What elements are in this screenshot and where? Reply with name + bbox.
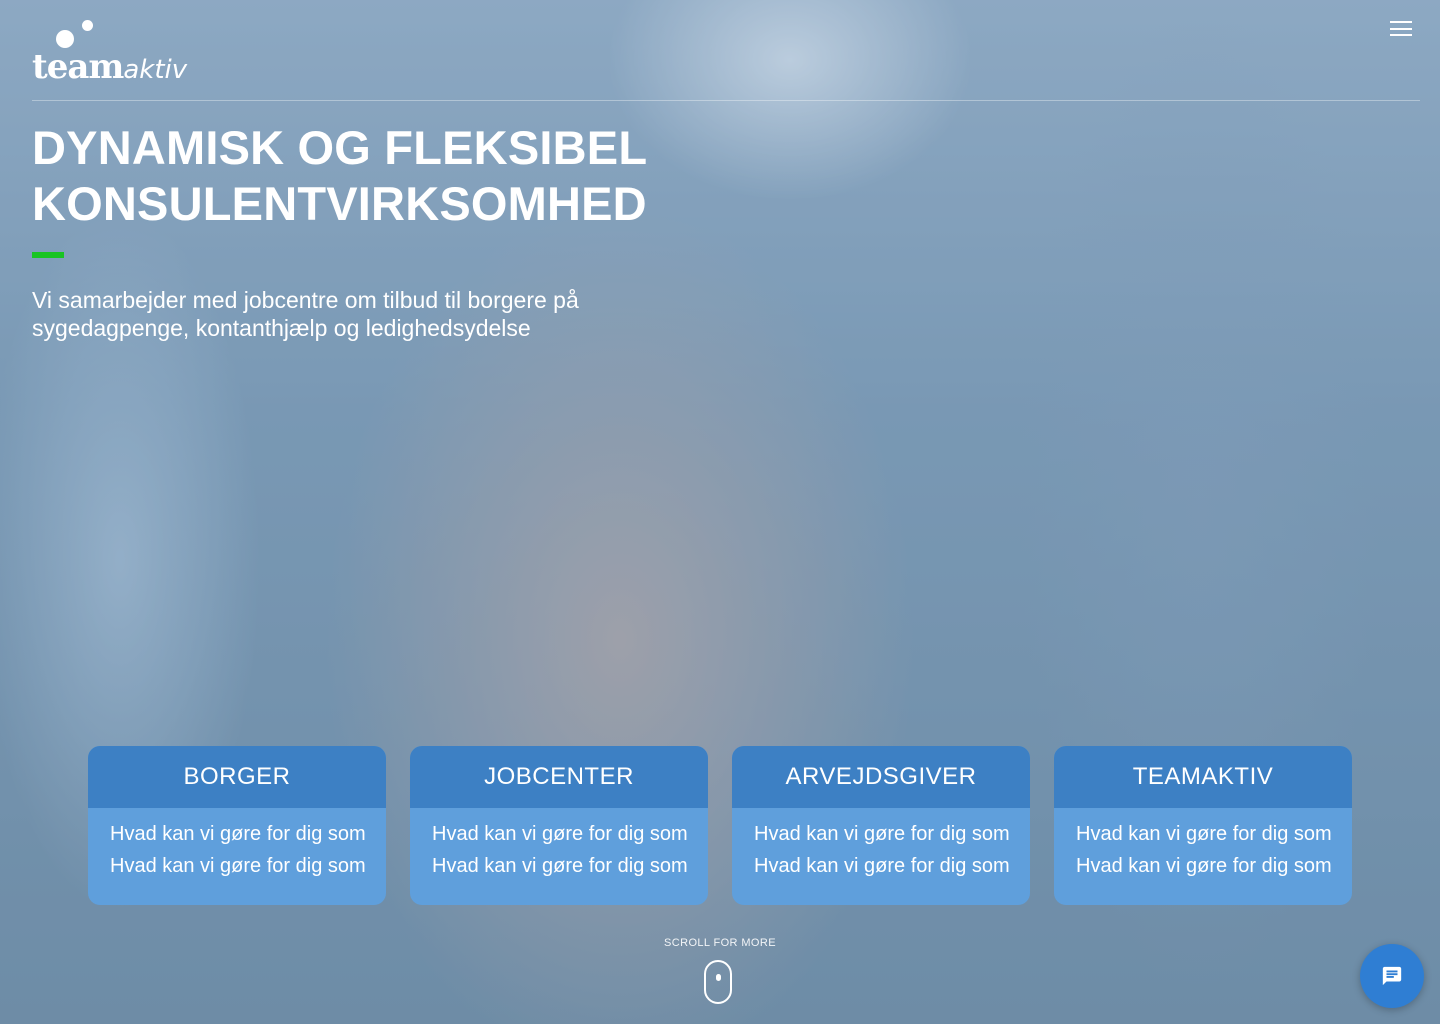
audience-cards: BORGER Hvad kan vi gøre for dig som Hvad… — [88, 746, 1352, 905]
hero-section: DYNAMISK OG FLEKSIBEL KONSULENTVIRKSOMHE… — [32, 120, 732, 342]
title-accent-bar — [32, 252, 64, 258]
card-borger[interactable]: BORGER Hvad kan vi gøre for dig som Hvad… — [88, 746, 386, 905]
card-title: ARVEJDSGIVER — [732, 746, 1030, 808]
card-arvejdsgiver[interactable]: ARVEJDSGIVER Hvad kan vi gøre for dig so… — [732, 746, 1030, 905]
card-title: BORGER — [88, 746, 386, 808]
hero-subtitle: Vi samarbejder med jobcentre om tilbud t… — [32, 287, 579, 341]
card-title: TEAMAKTIV — [1054, 746, 1352, 808]
card-title: JOBCENTER — [410, 746, 708, 808]
card-jobcenter[interactable]: JOBCENTER Hvad kan vi gøre for dig som H… — [410, 746, 708, 905]
logo-text-bold: team — [32, 47, 124, 87]
card-link[interactable]: Hvad kan vi gøre for dig som — [754, 850, 1010, 882]
logo-dot-small — [82, 20, 93, 31]
card-link[interactable]: Hvad kan vi gøre for dig som — [1076, 850, 1332, 882]
chat-icon — [1382, 966, 1402, 986]
logo-text-light: aktiv — [123, 55, 188, 85]
card-link[interactable]: Hvad kan vi gøre for dig som — [432, 818, 688, 850]
logo-dot-large — [56, 30, 74, 48]
hero-title: DYNAMISK OG FLEKSIBEL KONSULENTVIRKSOMHE… — [32, 120, 732, 232]
card-link[interactable]: Hvad kan vi gøre for dig som — [110, 818, 366, 850]
card-teamaktiv[interactable]: TEAMAKTIV Hvad kan vi gøre for dig som H… — [1054, 746, 1352, 905]
hamburger-menu-icon[interactable] — [1390, 18, 1412, 36]
card-link[interactable]: Hvad kan vi gøre for dig som — [1076, 818, 1332, 850]
scroll-for-more-label: SCROLL FOR MORE — [664, 937, 776, 949]
card-link[interactable]: Hvad kan vi gøre for dig som — [432, 850, 688, 882]
mouse-scroll-icon[interactable] — [704, 960, 732, 1004]
card-link[interactable]: Hvad kan vi gøre for dig som — [754, 818, 1010, 850]
hero-title-line1: DYNAMISK OG FLEKSIBEL — [32, 121, 648, 174]
logo[interactable]: teamaktiv — [32, 16, 212, 88]
hero-title-line2: KONSULENTVIRKSOMHED — [32, 177, 647, 230]
header: teamaktiv — [32, 0, 1420, 101]
card-link[interactable]: Hvad kan vi gøre for dig som — [110, 850, 366, 882]
logo-wordmark: teamaktiv — [32, 50, 187, 84]
chat-button[interactable] — [1360, 944, 1424, 1008]
mouse-wheel — [716, 974, 721, 981]
